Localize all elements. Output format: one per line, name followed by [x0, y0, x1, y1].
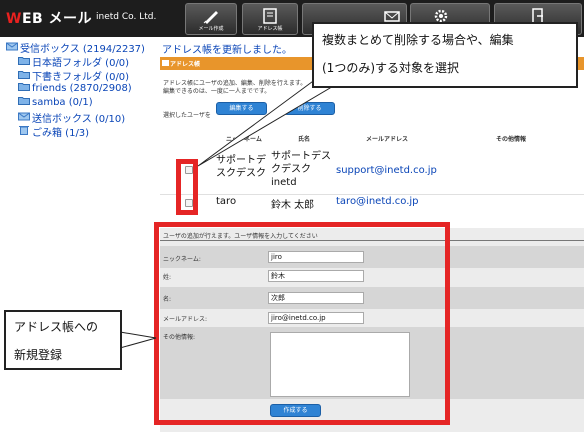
callout-text: 複数まとめて削除する場合や、編集	[322, 33, 514, 47]
callout-text: 新規登録	[14, 348, 63, 362]
selection-callout: 複数まとめて削除する場合や、編集 (1つのみ)する対象を選択	[312, 22, 578, 88]
callout-text: アドレス帳への	[14, 320, 99, 334]
register-callout: アドレス帳への 新規登録	[4, 310, 122, 370]
web-mail-screen: { "app": { "logo_prefix": "W", "logo_res…	[0, 0, 584, 432]
callout-text: (1つのみ)する対象を選択	[322, 61, 459, 75]
